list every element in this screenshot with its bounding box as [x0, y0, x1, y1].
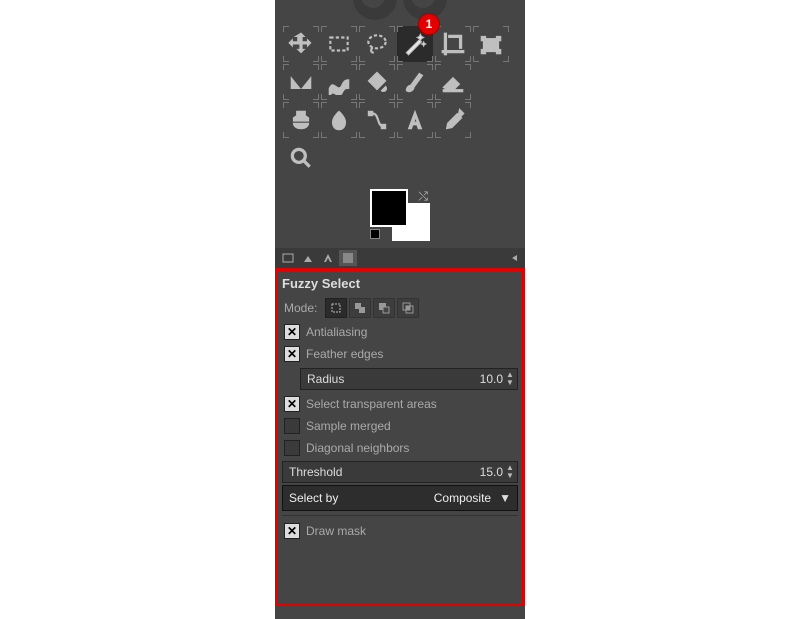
- eyedropper-icon: [440, 107, 466, 133]
- clone-tool[interactable]: [283, 102, 319, 138]
- bucket-icon: [364, 69, 390, 95]
- threshold-label: Threshold: [289, 465, 342, 479]
- radius-label: Radius: [307, 372, 344, 386]
- callout-badge-1: 1: [418, 13, 440, 35]
- rectangle-select-tool[interactable]: [321, 26, 357, 62]
- antialiasing-label: Antialiasing: [306, 325, 367, 339]
- paintbrush-tool[interactable]: [397, 64, 433, 100]
- history-tab[interactable]: [319, 250, 337, 266]
- clone-stamp-icon: [288, 107, 314, 133]
- smudge-tool[interactable]: [321, 102, 357, 138]
- bucket-fill-tool[interactable]: [359, 64, 395, 100]
- crop-icon: [440, 31, 466, 57]
- feather-row[interactable]: ✕ Feather edges: [278, 343, 522, 365]
- unified-transform-icon: [478, 31, 504, 57]
- tab-menu-button[interactable]: [507, 251, 521, 265]
- separator: [282, 515, 518, 516]
- diagonal-label: Diagonal neighbors: [306, 441, 409, 455]
- diagonal-row[interactable]: Diagonal neighbors: [278, 437, 522, 459]
- chevron-down-icon: ▼: [499, 491, 511, 505]
- eraser-icon: [440, 69, 466, 95]
- images-tab[interactable]: [339, 250, 357, 266]
- magnifier-icon: [288, 145, 314, 171]
- draw-mask-row[interactable]: ✕ Draw mask: [278, 520, 522, 542]
- sample-merged-row[interactable]: Sample merged: [278, 415, 522, 437]
- zoom-tool[interactable]: [283, 140, 319, 176]
- default-colors-icon[interactable]: [370, 229, 380, 239]
- antialiasing-row[interactable]: ✕ Antialiasing: [278, 321, 522, 343]
- eraser-tool[interactable]: [435, 64, 471, 100]
- feather-checkbox[interactable]: ✕: [284, 346, 300, 362]
- toolbox: [275, 24, 525, 182]
- text-tool[interactable]: [397, 102, 433, 138]
- antialiasing-checkbox[interactable]: ✕: [284, 324, 300, 340]
- mode-row: Mode:: [278, 295, 522, 321]
- diagonal-checkbox[interactable]: [284, 440, 300, 456]
- draw-mask-checkbox[interactable]: ✕: [284, 523, 300, 539]
- text-icon: [402, 107, 428, 133]
- move-icon: [288, 31, 314, 57]
- select-by-dropdown[interactable]: Select by Composite ▼: [282, 485, 518, 511]
- radius-field[interactable]: Radius 10.0 ▲▼: [300, 368, 518, 390]
- paths-icon: [364, 107, 390, 133]
- warp-tool[interactable]: [321, 64, 357, 100]
- feather-label: Feather edges: [306, 347, 383, 361]
- flip-tool[interactable]: [283, 64, 319, 100]
- paintbrush-icon: [402, 69, 428, 95]
- transparent-label: Select transparent areas: [306, 397, 437, 411]
- rectangle-select-icon: [326, 31, 352, 57]
- move-tool[interactable]: [283, 26, 319, 62]
- paths-tool[interactable]: [359, 102, 395, 138]
- swap-colors-icon[interactable]: ⤭: [418, 189, 428, 204]
- smudge-icon: [326, 107, 352, 133]
- warp-icon: [326, 69, 352, 95]
- tool-options-tab[interactable]: [279, 250, 297, 266]
- free-select-tool[interactable]: [359, 26, 395, 62]
- color-swatches: ⤭: [275, 182, 525, 248]
- wilber-decoration: [275, 0, 525, 24]
- transparent-row[interactable]: ✕ Select transparent areas: [278, 393, 522, 415]
- threshold-value: 15.0: [480, 465, 503, 479]
- threshold-spinner[interactable]: ▲▼: [505, 464, 515, 480]
- mode-subtract-button[interactable]: [373, 298, 395, 318]
- toolbox-panel: ⤭ Fuzzy Select Mode: ✕ Antialiasing: [275, 0, 525, 619]
- mode-intersect-button[interactable]: [397, 298, 419, 318]
- radius-value: 10.0: [480, 372, 503, 386]
- tool-options-area: Fuzzy Select Mode: ✕ Antialiasing ✕ Feat…: [275, 268, 525, 606]
- draw-mask-label: Draw mask: [306, 524, 366, 538]
- select-by-label: Select by: [289, 491, 338, 505]
- fg-color-swatch[interactable]: [370, 189, 408, 227]
- sample-merged-label: Sample merged: [306, 419, 391, 433]
- select-by-value: Composite: [434, 491, 491, 505]
- mode-replace-button[interactable]: [325, 298, 347, 318]
- device-status-tab[interactable]: [299, 250, 317, 266]
- tool-options-title: Fuzzy Select: [278, 274, 522, 295]
- crop-tool[interactable]: [435, 26, 471, 62]
- transparent-checkbox[interactable]: ✕: [284, 396, 300, 412]
- lasso-icon: [364, 31, 390, 57]
- mode-add-button[interactable]: [349, 298, 371, 318]
- threshold-field[interactable]: Threshold 15.0 ▲▼: [282, 461, 518, 483]
- sample-merged-checkbox[interactable]: [284, 418, 300, 434]
- rotate-tool[interactable]: [473, 26, 509, 62]
- flip-icon: [288, 69, 314, 95]
- color-picker-tool[interactable]: [435, 102, 471, 138]
- mode-label: Mode:: [284, 301, 317, 315]
- radius-spinner[interactable]: ▲▼: [505, 371, 515, 387]
- radius-row: Radius 10.0 ▲▼: [278, 365, 522, 393]
- magic-wand-icon: [402, 31, 428, 57]
- dock-tabs: [275, 248, 525, 268]
